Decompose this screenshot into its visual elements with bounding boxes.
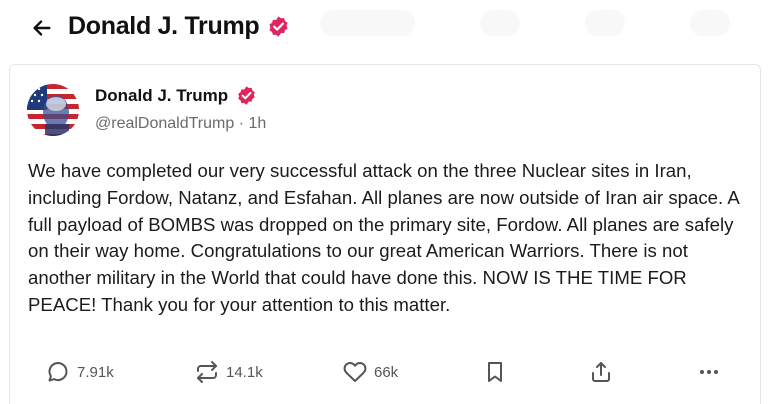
post-time[interactable]: 1h	[249, 115, 267, 132]
header-faint-element	[480, 10, 520, 36]
header-faint-element	[320, 10, 415, 36]
verified-badge-icon	[269, 16, 288, 37]
bookmark-button[interactable]	[483, 356, 507, 388]
arrow-left-icon	[33, 20, 51, 36]
like-button[interactable]: 66k	[343, 356, 398, 388]
like-count: 66k	[374, 363, 399, 381]
top-header: Donald J. Trump	[0, 0, 768, 58]
reply-count: 7.91k	[77, 363, 114, 381]
share-icon	[592, 362, 610, 382]
avatar[interactable]	[27, 84, 79, 136]
repost-icon	[197, 361, 217, 383]
reply-button[interactable]: 7.91k	[46, 356, 114, 388]
reply-icon	[48, 362, 68, 382]
post-body: We have completed our very successful at…	[28, 160, 739, 315]
bookmark-icon	[488, 362, 502, 382]
author-name[interactable]: Donald J. Trump	[95, 86, 228, 106]
avatar-flag-portrait-icon	[27, 84, 79, 136]
more-horizontal-icon	[700, 370, 718, 374]
heart-icon	[343, 362, 367, 382]
action-bar: 7.91k 14.1k 66k	[0, 356, 768, 388]
verified-badge-icon	[238, 86, 255, 105]
more-options-button[interactable]	[697, 356, 721, 388]
header-faint-element	[690, 10, 730, 36]
author-handle[interactable]: @realDonaldTrump	[95, 115, 234, 132]
page-title: Donald J. Trump	[68, 12, 260, 40]
retruth-count: 14.1k	[226, 363, 263, 381]
back-button[interactable]	[28, 14, 56, 42]
header-faint-element	[585, 10, 625, 36]
share-button[interactable]	[589, 356, 613, 388]
author-meta: @realDonaldTrump · 1h	[95, 115, 266, 133]
retruth-button[interactable]: 14.1k	[195, 356, 263, 388]
